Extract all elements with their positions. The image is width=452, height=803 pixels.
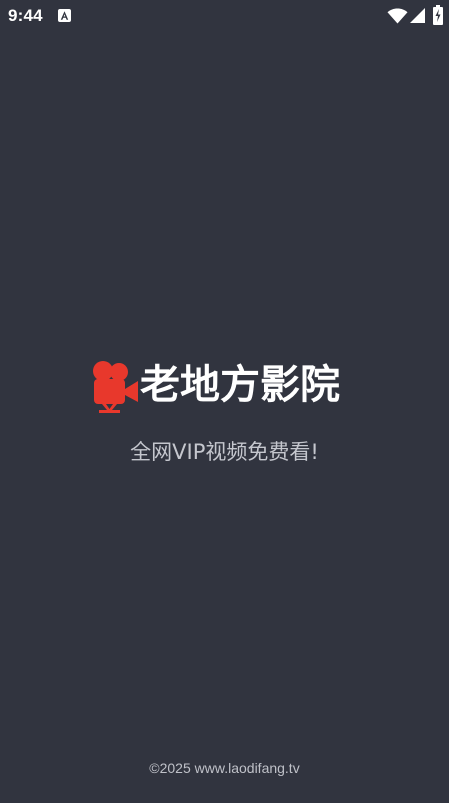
movie-camera-icon [93, 361, 138, 413]
a-app-notification-icon [58, 9, 71, 22]
status-bar: 9:44 [0, 0, 449, 32]
copyright-footer: ©2025 www.laodifang.tv [149, 760, 300, 776]
cell-signal-icon [410, 8, 425, 23]
tagline: 全网VIP视频免费看! [130, 440, 319, 464]
app-name: 老地方影院 [140, 362, 340, 408]
wifi-icon [387, 8, 408, 24]
battery-charging-icon [433, 5, 443, 25]
status-time: 9:44 [8, 6, 43, 25]
splash-screen: 9:44 老地方影院 全网VIP视频免费看! ©2025 www.laodifa… [0, 0, 449, 803]
app-brand: 老地方影院 [0, 354, 449, 414]
